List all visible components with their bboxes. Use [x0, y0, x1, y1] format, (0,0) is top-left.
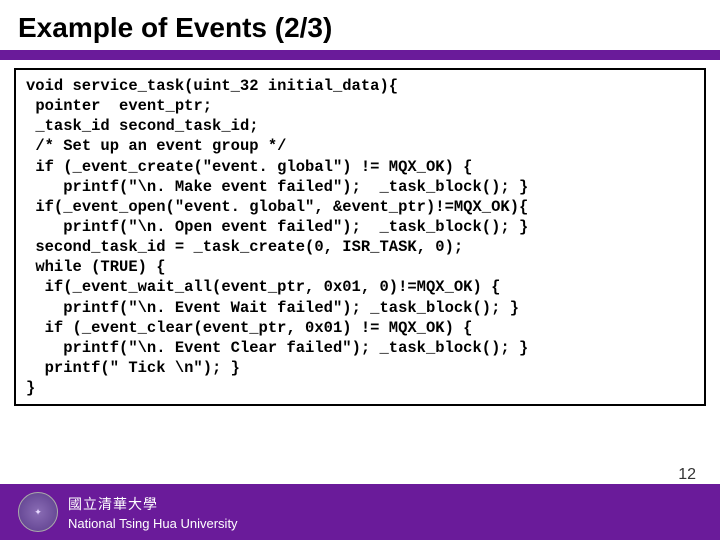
university-seal-icon: ✦ [18, 492, 58, 532]
university-name-english: National Tsing Hua University [68, 516, 238, 531]
page-number: 12 [678, 466, 696, 484]
slide: Example of Events (2/3) void service_tas… [0, 0, 720, 540]
footer-bar: 12 ✦ 國立清華大學 National Tsing Hua Universit… [0, 484, 720, 540]
slide-title: Example of Events (2/3) [0, 0, 720, 50]
university-text-block: 國立清華大學 National Tsing Hua University [68, 494, 238, 531]
title-underline [0, 50, 720, 60]
content-area: void service_task(uint_32 initial_data){… [0, 60, 720, 484]
code-block: void service_task(uint_32 initial_data){… [14, 68, 706, 406]
university-name-chinese: 國立清華大學 [68, 494, 238, 514]
